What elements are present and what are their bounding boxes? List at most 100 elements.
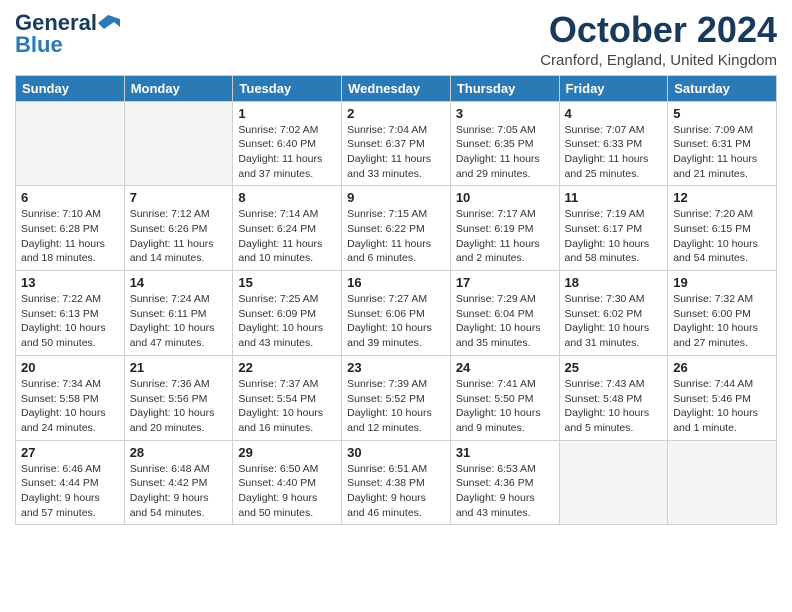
weekday-monday: Monday [124,75,233,101]
week-row-1: 1 Sunrise: 7:02 AM Sunset: 6:40 PM Daylig… [16,101,777,186]
day-number: 21 [130,360,228,375]
cell-info: Sunrise: 7:10 AM Sunset: 6:28 PM Dayligh… [21,207,119,266]
day-number: 4 [565,106,663,121]
day-number: 10 [456,190,554,205]
cell-info: Sunrise: 7:37 AM Sunset: 5:54 PM Dayligh… [238,377,336,436]
cell-info: Sunrise: 7:27 AM Sunset: 6:06 PM Dayligh… [347,292,445,351]
calendar-cell: 23Sunrise: 7:39 AM Sunset: 5:52 PM Dayli… [342,355,451,440]
cell-info: Sunrise: 6:50 AM Sunset: 4:40 PM Dayligh… [238,462,336,521]
day-number: 19 [673,275,771,290]
day-number: 11 [565,190,663,205]
day-number: 12 [673,190,771,205]
cell-info: Sunrise: 7:36 AM Sunset: 5:56 PM Dayligh… [130,377,228,436]
day-number: 22 [238,360,336,375]
calendar-cell: 25Sunrise: 7:43 AM Sunset: 5:48 PM Dayli… [559,355,668,440]
cell-info: Sunrise: 7:32 AM Sunset: 6:00 PM Dayligh… [673,292,771,351]
calendar-cell: 17 Sunrise: 7:29 AM Sunset: 6:04 PM Dayli… [450,271,559,356]
calendar-cell: 5Sunrise: 7:09 AM Sunset: 6:31 PM Daylig… [668,101,777,186]
cell-info: Sunrise: 7:20 AM Sunset: 6:15 PM Dayligh… [673,207,771,266]
cell-info: Sunrise: 7:30 AM Sunset: 6:02 PM Dayligh… [565,292,663,351]
weekday-tuesday: Tuesday [233,75,342,101]
calendar-cell: 1 Sunrise: 7:02 AM Sunset: 6:40 PM Daylig… [233,101,342,186]
cell-info: Sunrise: 7:25 AM Sunset: 6:09 PM Dayligh… [238,292,336,351]
cell-info: Sunrise: 7:15 AM Sunset: 6:22 PM Dayligh… [347,207,445,266]
cell-info: Sunrise: 7:39 AM Sunset: 5:52 PM Dayligh… [347,377,445,436]
calendar-cell: 29 Sunrise: 6:50 AM Sunset: 4:40 PM Dayli… [233,440,342,525]
calendar-cell: 18 Sunrise: 7:30 AM Sunset: 6:02 PM Dayli… [559,271,668,356]
cell-info: Sunrise: 7:29 AM Sunset: 6:04 PM Dayligh… [456,292,554,351]
day-number: 2 [347,106,445,121]
calendar-cell [16,101,125,186]
cell-info: Sunrise: 7:34 AM Sunset: 5:58 PM Dayligh… [21,377,119,436]
calendar-cell: 16Sunrise: 7:27 AM Sunset: 6:06 PM Dayli… [342,271,451,356]
calendar-cell: 26 Sunrise: 7:44 AM Sunset: 5:46 PM Dayli… [668,355,777,440]
cell-info: Sunrise: 7:07 AM Sunset: 6:33 PM Dayligh… [565,123,663,182]
day-number: 29 [238,445,336,460]
day-number: 24 [456,360,554,375]
weekday-wednesday: Wednesday [342,75,451,101]
calendar-cell: 10 Sunrise: 7:17 AM Sunset: 6:19 PM Dayli… [450,186,559,271]
calendar-cell: 14Sunrise: 7:24 AM Sunset: 6:11 PM Dayli… [124,271,233,356]
calendar-cell: 2 Sunrise: 7:04 AM Sunset: 6:37 PM Daylig… [342,101,451,186]
logo-blue: Blue [15,32,63,58]
calendar-cell: 19 Sunrise: 7:32 AM Sunset: 6:00 PM Dayli… [668,271,777,356]
cell-info: Sunrise: 7:41 AM Sunset: 5:50 PM Dayligh… [456,377,554,436]
calendar-cell: 22 Sunrise: 7:37 AM Sunset: 5:54 PM Dayli… [233,355,342,440]
day-number: 30 [347,445,445,460]
day-number: 28 [130,445,228,460]
week-row-4: 20 Sunrise: 7:34 AM Sunset: 5:58 PM Dayli… [16,355,777,440]
day-number: 17 [456,275,554,290]
calendar-cell: 20 Sunrise: 7:34 AM Sunset: 5:58 PM Dayli… [16,355,125,440]
cell-info: Sunrise: 7:22 AM Sunset: 6:13 PM Dayligh… [21,292,119,351]
calendar-cell [668,440,777,525]
calendar-cell: 12 Sunrise: 7:20 AM Sunset: 6:15 PM Dayli… [668,186,777,271]
cell-info: Sunrise: 6:48 AM Sunset: 4:42 PM Dayligh… [130,462,228,521]
weekday-sunday: Sunday [16,75,125,101]
calendar-cell: 24 Sunrise: 7:41 AM Sunset: 5:50 PM Dayli… [450,355,559,440]
day-number: 1 [238,106,336,121]
weekday-header-row: SundayMondayTuesdayWednesdayThursdayFrid… [16,75,777,101]
cell-info: Sunrise: 6:46 AM Sunset: 4:44 PM Dayligh… [21,462,119,521]
day-number: 13 [21,275,119,290]
calendar-cell: 13 Sunrise: 7:22 AM Sunset: 6:13 PM Dayli… [16,271,125,356]
calendar-cell: 6 Sunrise: 7:10 AM Sunset: 6:28 PM Daylig… [16,186,125,271]
day-number: 5 [673,106,771,121]
location-title: Cranford, England, United Kingdom [540,52,777,69]
calendar-cell: 28 Sunrise: 6:48 AM Sunset: 4:42 PM Dayli… [124,440,233,525]
day-number: 6 [21,190,119,205]
cell-info: Sunrise: 7:19 AM Sunset: 6:17 PM Dayligh… [565,207,663,266]
cell-info: Sunrise: 7:04 AM Sunset: 6:37 PM Dayligh… [347,123,445,182]
calendar-cell [124,101,233,186]
weekday-friday: Friday [559,75,668,101]
calendar-cell: 9 Sunrise: 7:15 AM Sunset: 6:22 PM Daylig… [342,186,451,271]
cell-info: Sunrise: 7:24 AM Sunset: 6:11 PM Dayligh… [130,292,228,351]
day-number: 18 [565,275,663,290]
week-row-2: 6 Sunrise: 7:10 AM Sunset: 6:28 PM Daylig… [16,186,777,271]
cell-info: Sunrise: 7:44 AM Sunset: 5:46 PM Dayligh… [673,377,771,436]
weekday-saturday: Saturday [668,75,777,101]
day-number: 7 [130,190,228,205]
cell-info: Sunrise: 7:12 AM Sunset: 6:26 PM Dayligh… [130,207,228,266]
day-number: 8 [238,190,336,205]
cell-info: Sunrise: 6:53 AM Sunset: 4:36 PM Dayligh… [456,462,554,521]
cell-info: Sunrise: 7:02 AM Sunset: 6:40 PM Dayligh… [238,123,336,182]
weekday-thursday: Thursday [450,75,559,101]
calendar-cell: 11 Sunrise: 7:19 AM Sunset: 6:17 PM Dayli… [559,186,668,271]
day-number: 26 [673,360,771,375]
day-number: 31 [456,445,554,460]
calendar-cell [559,440,668,525]
logo: General Blue [15,10,120,58]
header: General Blue October 2024 Cranford, Engl… [15,10,777,69]
day-number: 27 [21,445,119,460]
day-number: 20 [21,360,119,375]
calendar-cell: 4 Sunrise: 7:07 AM Sunset: 6:33 PM Daylig… [559,101,668,186]
calendar-table: SundayMondayTuesdayWednesdayThursdayFrid… [15,75,777,526]
calendar-cell: 30 Sunrise: 6:51 AM Sunset: 4:38 PM Dayli… [342,440,451,525]
calendar-cell: 27 Sunrise: 6:46 AM Sunset: 4:44 PM Dayli… [16,440,125,525]
cell-info: Sunrise: 7:14 AM Sunset: 6:24 PM Dayligh… [238,207,336,266]
cell-info: Sunrise: 7:17 AM Sunset: 6:19 PM Dayligh… [456,207,554,266]
cell-info: Sunrise: 7:43 AM Sunset: 5:48 PM Dayligh… [565,377,663,436]
cell-info: Sunrise: 6:51 AM Sunset: 4:38 PM Dayligh… [347,462,445,521]
day-number: 9 [347,190,445,205]
calendar-cell: 3Sunrise: 7:05 AM Sunset: 6:35 PM Daylig… [450,101,559,186]
